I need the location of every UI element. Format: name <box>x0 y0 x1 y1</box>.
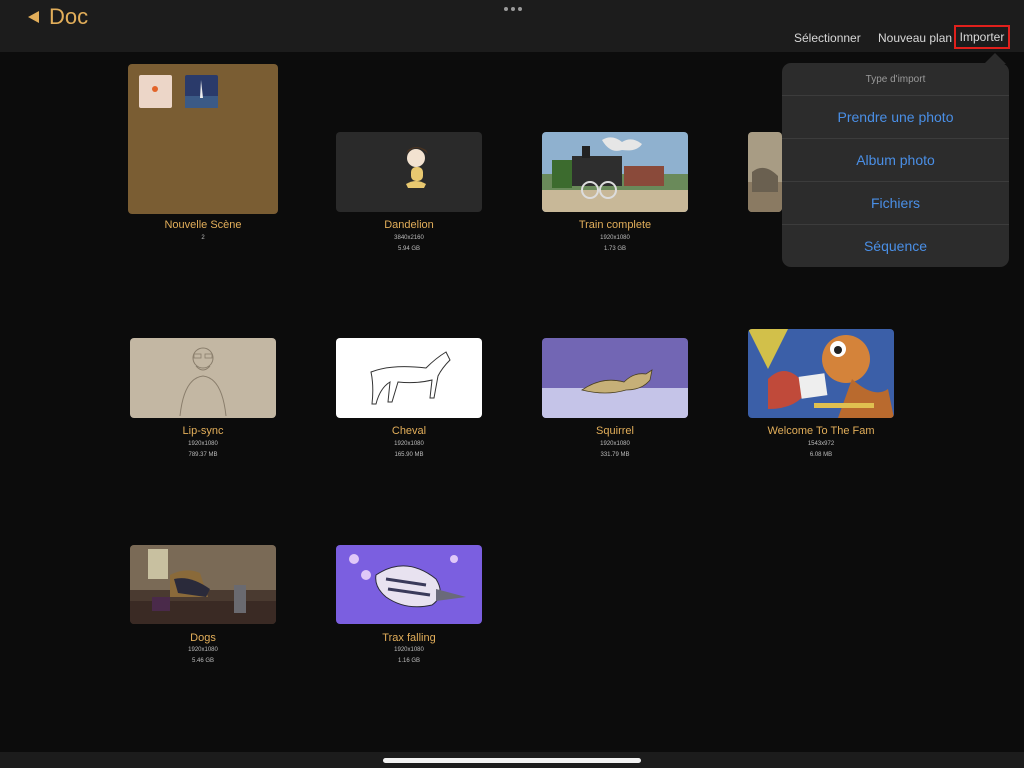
scene-thumbnail-hidden[interactable] <box>748 132 782 212</box>
scene-size: 165.90 MB <box>394 452 424 458</box>
scene-resolution: 1920x1080 <box>394 441 424 447</box>
scene-thumbnail-train-complete[interactable] <box>542 132 688 212</box>
scene-name: Dandelion <box>384 219 434 231</box>
scene-name: Squirrel <box>596 425 634 437</box>
scene-resolution: 1920x1080 <box>188 647 218 653</box>
import-popover: Type d'import Prendre une photo Album ph… <box>782 63 1009 267</box>
back-button[interactable]: Doc <box>28 4 88 30</box>
scene-name: Train complete <box>578 219 652 231</box>
scene-thumbnail-welcome-to-the-fam[interactable] <box>748 329 894 418</box>
scene-size: 6.08 MB <box>809 452 833 458</box>
scene-size: 331.79 MB <box>600 452 630 458</box>
scene-size: 5.46 GB <box>191 658 214 664</box>
scene-resolution: 1920x1080 <box>600 235 630 241</box>
popover-title: Type d'import <box>782 63 1009 96</box>
scene-thumbnail-squirrel[interactable] <box>542 338 688 418</box>
scene-size: 789.37 MB <box>188 452 218 458</box>
scene-name: Nouvelle Scène <box>164 219 242 231</box>
files-option[interactable]: Fichiers <box>782 182 1009 225</box>
scene-size: 1.73 GB <box>603 246 626 252</box>
scene-size: 1.16 GB <box>397 658 420 664</box>
new-plan-button[interactable]: Nouveau plan <box>878 31 952 45</box>
home-indicator[interactable] <box>383 758 641 763</box>
scene-thumbnail-dandelion[interactable] <box>336 132 482 212</box>
scene-thumbnail-nouvelle-scene[interactable] <box>128 64 278 214</box>
more-options-icon[interactable] <box>504 7 522 11</box>
scene-resolution: 3840x2160 <box>394 235 424 241</box>
sequence-option[interactable]: Séquence <box>782 225 1009 267</box>
scene-name: Dogs <box>190 632 216 644</box>
scene-resolution: 1920x1080 <box>600 441 630 447</box>
scene-name: Lip-sync <box>182 425 224 437</box>
scene-thumbnail-trax-falling[interactable] <box>336 545 482 624</box>
scene-name: Welcome To The Fam <box>767 425 875 437</box>
scene-size: 5.94 GB <box>397 246 420 252</box>
scene-name: Trax falling <box>382 632 436 644</box>
scene-thumbnail-dogs[interactable] <box>130 545 276 624</box>
scene-resolution: 1920x1080 <box>188 441 218 447</box>
scene-resolution: 1543x972 <box>807 441 835 447</box>
select-button[interactable]: Sélectionner <box>794 31 861 45</box>
scene-count: 2 <box>201 235 205 241</box>
scene-thumbnail-lip-sync[interactable] <box>130 338 276 418</box>
photo-album-option[interactable]: Album photo <box>782 139 1009 182</box>
back-arrow-icon <box>28 11 39 23</box>
back-label: Doc <box>49 4 89 29</box>
import-button[interactable]: Importer <box>954 25 1010 49</box>
scene-thumbnail-cheval[interactable] <box>336 338 482 418</box>
folder-contents-icon <box>139 75 218 108</box>
take-photo-option[interactable]: Prendre une photo <box>782 96 1009 139</box>
scene-resolution: 1920x1080 <box>394 647 424 653</box>
scene-name: Cheval <box>391 425 427 437</box>
